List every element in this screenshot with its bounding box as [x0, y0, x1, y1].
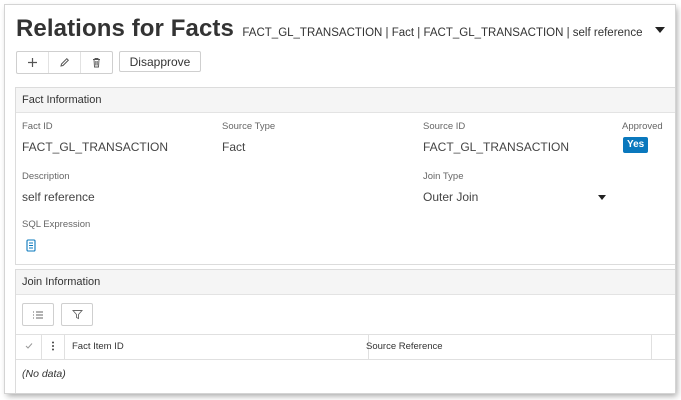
app-frame: Relations for Facts FACT_GL_TRANSACTION …: [5, 5, 675, 393]
fact-information-panel: Fact Information Fact ID FACT_GL_TRANSAC…: [15, 87, 675, 265]
join-type-select[interactable]: Outer Join: [423, 187, 608, 207]
sql-expression-label: SQL Expression: [22, 219, 91, 230]
column-list-button[interactable]: [22, 303, 54, 326]
edit-button[interactable]: [49, 52, 81, 73]
fact-information-heading: Fact Information: [16, 88, 675, 113]
empty-grid-message: (No data): [22, 368, 66, 380]
join-type-label: Join Type: [423, 171, 464, 182]
source-type-label: Source Type: [222, 121, 276, 132]
fact-id-value: FACT_GL_TRANSACTION: [22, 140, 169, 154]
source-type-value: Fact: [222, 140, 246, 154]
page-subtitle: FACT_GL_TRANSACTION | Fact | FACT_GL_TRA…: [242, 27, 643, 39]
fact-id-label: Fact ID: [22, 121, 53, 132]
checkmark-icon: [25, 343, 32, 350]
source-id-label: Source ID: [423, 121, 466, 132]
page-title: Relations for Facts: [16, 15, 234, 42]
join-information-heading: Join Information: [16, 270, 675, 295]
join-information-panel: Join Information Fact Item ID Source Ref…: [15, 269, 675, 393]
approved-label: Approved: [622, 121, 663, 132]
page-header: Relations for Facts FACT_GL_TRANSACTION …: [16, 15, 675, 47]
column-header-source-reference[interactable]: Source Reference: [362, 335, 652, 359]
plus-icon: [28, 58, 37, 67]
list-icon: [33, 311, 43, 318]
add-button[interactable]: [17, 52, 49, 73]
select-all-cell[interactable]: [16, 335, 42, 359]
column-header-fact-item-id[interactable]: Fact Item ID: [65, 335, 369, 359]
join-toolbar: [16, 294, 675, 334]
trash-icon: [93, 58, 100, 68]
document-icon: [26, 239, 36, 252]
source-id-value: FACT_GL_TRANSACTION: [423, 140, 570, 154]
delete-button[interactable]: [81, 52, 112, 73]
vertical-ellipsis-icon: [52, 341, 54, 351]
header-dropdown-caret-icon[interactable]: [654, 26, 665, 33]
filter-button[interactable]: [61, 303, 93, 326]
description-value: self reference: [22, 190, 95, 204]
disapprove-button[interactable]: Disapprove: [119, 51, 201, 72]
chevron-down-icon: [598, 195, 606, 200]
approved-badge: Yes: [623, 137, 649, 153]
pencil-icon: [60, 57, 70, 67]
filter-icon: [71, 310, 83, 320]
sql-expression-button[interactable]: [26, 239, 38, 253]
join-grid-header: Fact Item ID Source Reference: [16, 334, 675, 360]
row-menu-cell[interactable]: [42, 335, 65, 359]
crud-button-group: [16, 51, 113, 74]
join-type-value: Outer Join: [423, 190, 479, 204]
description-label: Description: [22, 171, 70, 182]
